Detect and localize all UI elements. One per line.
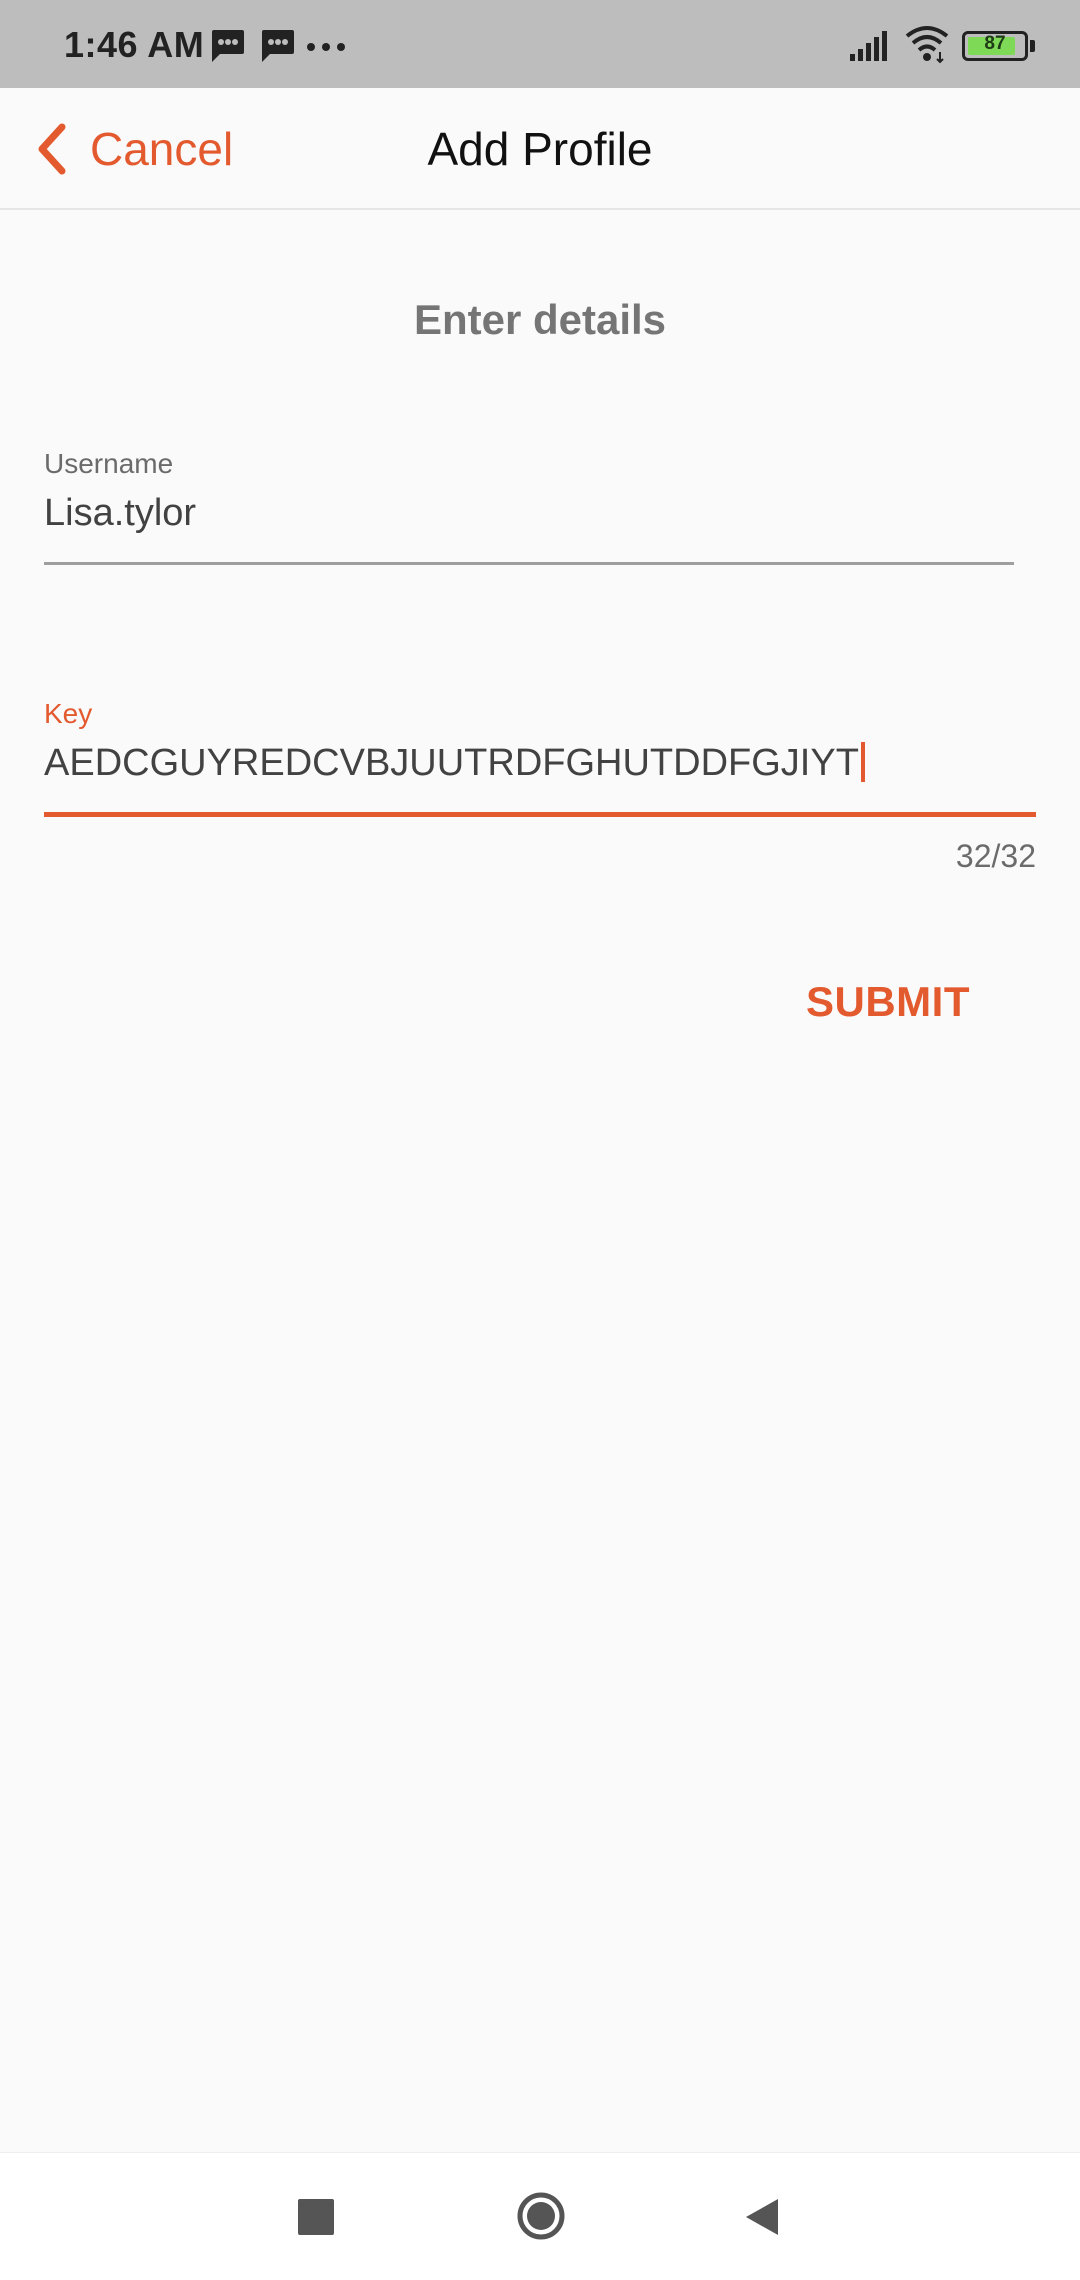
character-counter: 32/32 [955, 838, 1036, 874]
navigation-bar [0, 2152, 1080, 2280]
username-input[interactable]: Lisa.tylor [44, 492, 1014, 535]
page-title: Add Profile [427, 123, 653, 175]
message-icon [262, 30, 294, 62]
more-dots-icon [307, 43, 345, 51]
back-icon[interactable] [744, 2197, 780, 2237]
key-field[interactable]: Key AEDCGUYREDCVBJUUTRDFGHUTDDFGJIYT [44, 698, 1036, 785]
battery-tip [1030, 40, 1035, 52]
app-bar: Cancel Add Profile [0, 88, 1080, 210]
message-icon [212, 30, 244, 62]
username-field[interactable]: Username Lisa.tylor [44, 448, 1014, 535]
username-label: Username [44, 448, 174, 479]
wifi-icon [905, 26, 949, 64]
form-heading: Enter details [413, 296, 667, 343]
username-underline [44, 562, 1014, 565]
key-underline [44, 812, 1036, 817]
signal-icon [850, 31, 887, 61]
text-cursor [860, 742, 865, 782]
screen: 1:46 AM 87 Cancel Add Profile Enter deta… [0, 0, 1080, 2280]
status-time: 1:46 AM [64, 24, 205, 65]
submit-button[interactable]: SUBMIT [790, 970, 986, 1034]
recents-icon[interactable] [298, 2199, 334, 2235]
key-input-wrapper[interactable]: AEDCGUYREDCVBJUUTRDFGHUTDDFGJIYT [44, 742, 1036, 785]
home-icon[interactable] [516, 2191, 566, 2241]
battery-icon: 87 [962, 31, 1028, 61]
status-bar: 1:46 AM 87 [0, 0, 1080, 88]
key-label: Key [44, 698, 93, 729]
key-input[interactable]: AEDCGUYREDCVBJUUTRDFGHUTDDFGJIYT [44, 742, 859, 784]
battery-level: 87 [984, 33, 1006, 54]
